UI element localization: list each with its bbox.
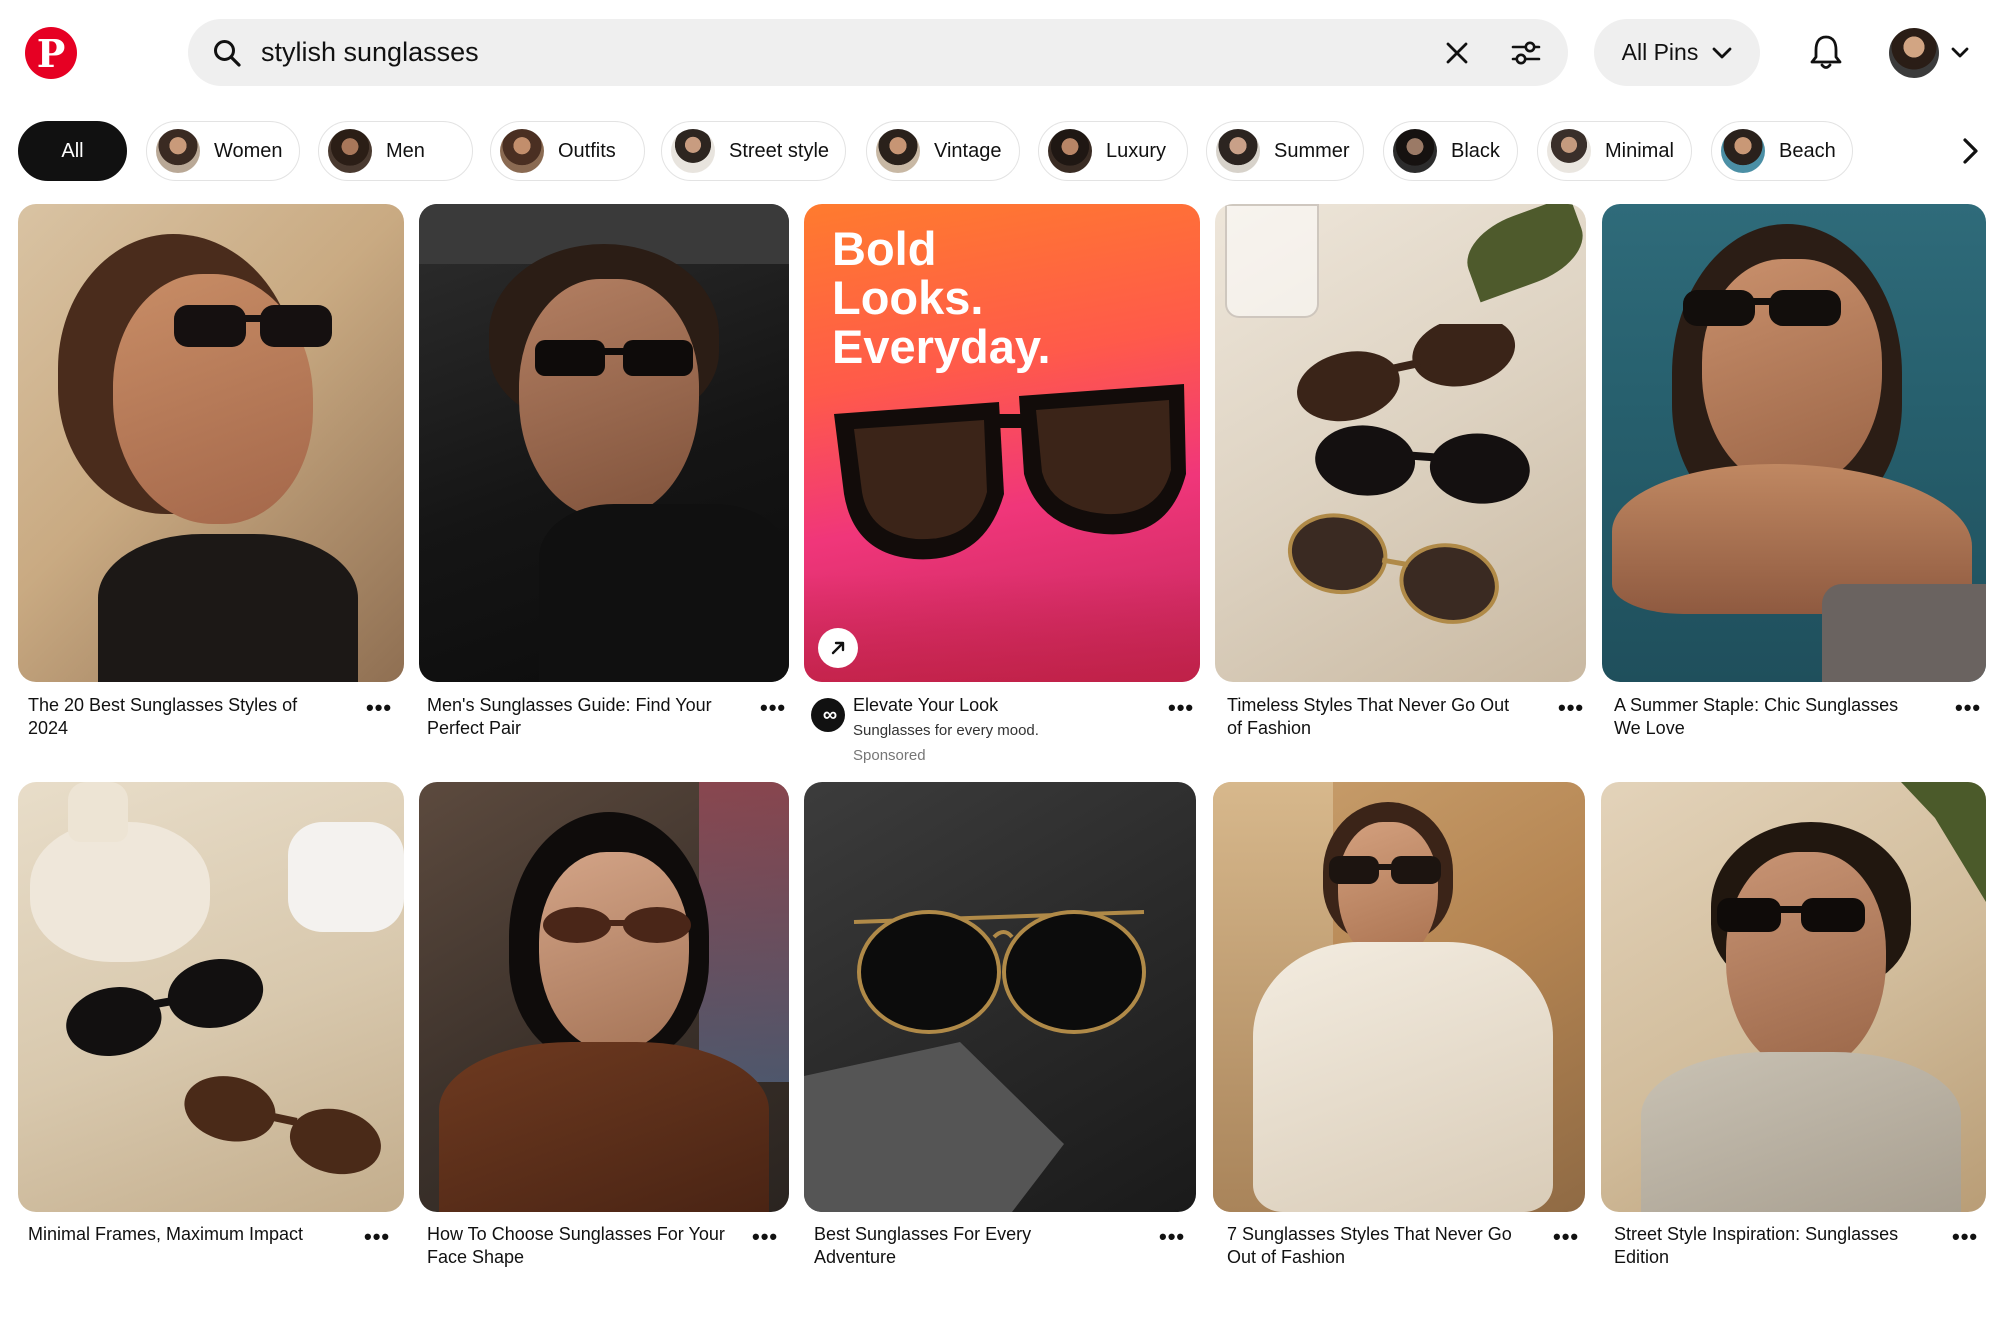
external-link-icon[interactable]: [818, 628, 858, 668]
chip-label: Men: [386, 139, 425, 162]
more-options-icon[interactable]: •••: [1955, 697, 1981, 719]
search-icon: [212, 38, 242, 68]
more-options-icon[interactable]: •••: [1553, 1226, 1579, 1248]
chip-label: All: [61, 139, 84, 162]
pin-image[interactable]: [18, 204, 404, 682]
chip-thumbnail: [1393, 129, 1437, 173]
more-options-icon[interactable]: •••: [1159, 1226, 1185, 1248]
pin-title[interactable]: 7 Sunglasses Styles That Never Go Out of…: [1227, 1223, 1527, 1269]
more-options-icon[interactable]: •••: [366, 697, 392, 719]
pin-subtitle: Sunglasses for every mood.: [853, 722, 1039, 739]
pin-title[interactable]: Best Sunglasses For Every Adventure: [814, 1223, 1114, 1269]
chip-label: Women: [214, 139, 283, 162]
pin-title[interactable]: Elevate Your Look: [853, 694, 1113, 717]
chip-thumbnail: [1048, 129, 1092, 173]
more-options-icon[interactable]: •••: [364, 1226, 390, 1248]
chip-thumbnail: [671, 129, 715, 173]
more-options-icon[interactable]: •••: [752, 1226, 778, 1248]
pin-title[interactable]: Timeless Styles That Never Go Out of Fas…: [1227, 694, 1527, 740]
sponsored-label: Sponsored: [853, 747, 926, 764]
pin-title[interactable]: Minimal Frames, Maximum Impact: [28, 1223, 328, 1246]
pin-image[interactable]: [1213, 782, 1585, 1212]
all-pins-label: All Pins: [1621, 39, 1699, 65]
chip-label: Vintage: [934, 139, 1002, 162]
chip-beach[interactable]: Beach: [1711, 121, 1853, 181]
pin-image[interactable]: [18, 782, 404, 1212]
pin-title[interactable]: Men's Sunglasses Guide: Find Your Perfec…: [427, 694, 727, 740]
chevron-right-icon[interactable]: [1952, 133, 1988, 169]
chip-thumbnail: [1216, 129, 1260, 173]
chip-label: Beach: [1779, 139, 1836, 162]
chip-summer[interactable]: Summer: [1206, 121, 1364, 181]
chip-street-style[interactable]: Street style: [661, 121, 846, 181]
chip-thumbnail: [1721, 129, 1765, 173]
chip-men[interactable]: Men: [318, 121, 473, 181]
chip-label: Summer: [1274, 139, 1350, 162]
ad-pin-image[interactable]: Bold Looks. Everyday.: [804, 204, 1200, 682]
filters-icon[interactable]: [1511, 39, 1541, 67]
all-pins-dropdown[interactable]: All Pins: [1594, 19, 1760, 86]
pin-image[interactable]: [1601, 782, 1986, 1212]
chip-thumbnail: [500, 129, 544, 173]
chip-thumbnail: [1547, 129, 1591, 173]
ad-headline: Bold Looks. Everyday.: [832, 222, 1051, 373]
search-input[interactable]: stylish sunglasses: [261, 19, 479, 86]
advertiser-logo[interactable]: ∞: [811, 698, 845, 732]
chip-minimal[interactable]: Minimal: [1537, 121, 1692, 181]
pin-title[interactable]: How To Choose Sunglasses For Your Face S…: [427, 1223, 727, 1269]
notifications-bell-icon[interactable]: [1806, 32, 1846, 72]
chip-thumbnail: [328, 129, 372, 173]
chip-vintage[interactable]: Vintage: [866, 121, 1020, 181]
logo-letter: P: [36, 31, 66, 76]
more-options-icon[interactable]: •••: [1168, 697, 1194, 719]
chip-women[interactable]: Women: [146, 121, 300, 181]
pin-image[interactable]: [419, 782, 789, 1212]
pin-title[interactable]: The 20 Best Sunglasses Styles of 2024: [28, 694, 328, 740]
pin-image[interactable]: [804, 782, 1196, 1212]
more-options-icon[interactable]: •••: [1952, 1226, 1978, 1248]
user-avatar[interactable]: [1889, 28, 1939, 78]
chip-thumbnail: [876, 129, 920, 173]
pin-image[interactable]: [419, 204, 789, 682]
chip-thumbnail: [156, 129, 200, 173]
clear-search-icon[interactable]: [1445, 41, 1469, 65]
chip-label: Luxury: [1106, 139, 1167, 162]
more-options-icon[interactable]: •••: [1558, 697, 1584, 719]
pin-image[interactable]: [1602, 204, 1986, 682]
chip-all[interactable]: All: [18, 121, 127, 181]
chip-black[interactable]: Black: [1383, 121, 1518, 181]
chip-label: Minimal: [1605, 139, 1674, 162]
chip-label: Outfits: [558, 139, 616, 162]
chip-luxury[interactable]: Luxury: [1038, 121, 1188, 181]
pin-title[interactable]: A Summer Staple: Chic Sunglasses We Love: [1614, 694, 1914, 740]
pin-title[interactable]: Street Style Inspiration: Sunglasses Edi…: [1614, 1223, 1914, 1269]
top-bar: P stylish sunglasses All Pins: [0, 0, 2000, 106]
search-bar[interactable]: stylish sunglasses: [188, 19, 1568, 86]
chip-label: Black: [1451, 139, 1500, 162]
more-options-icon[interactable]: •••: [760, 697, 786, 719]
pinterest-logo[interactable]: P: [25, 27, 77, 79]
account-chevron-down-icon[interactable]: [1949, 40, 1971, 64]
pin-image[interactable]: [1215, 204, 1586, 682]
chip-outfits[interactable]: Outfits: [490, 121, 645, 181]
chevron-down-icon: [1712, 46, 1732, 60]
chip-label: Street style: [729, 139, 830, 162]
